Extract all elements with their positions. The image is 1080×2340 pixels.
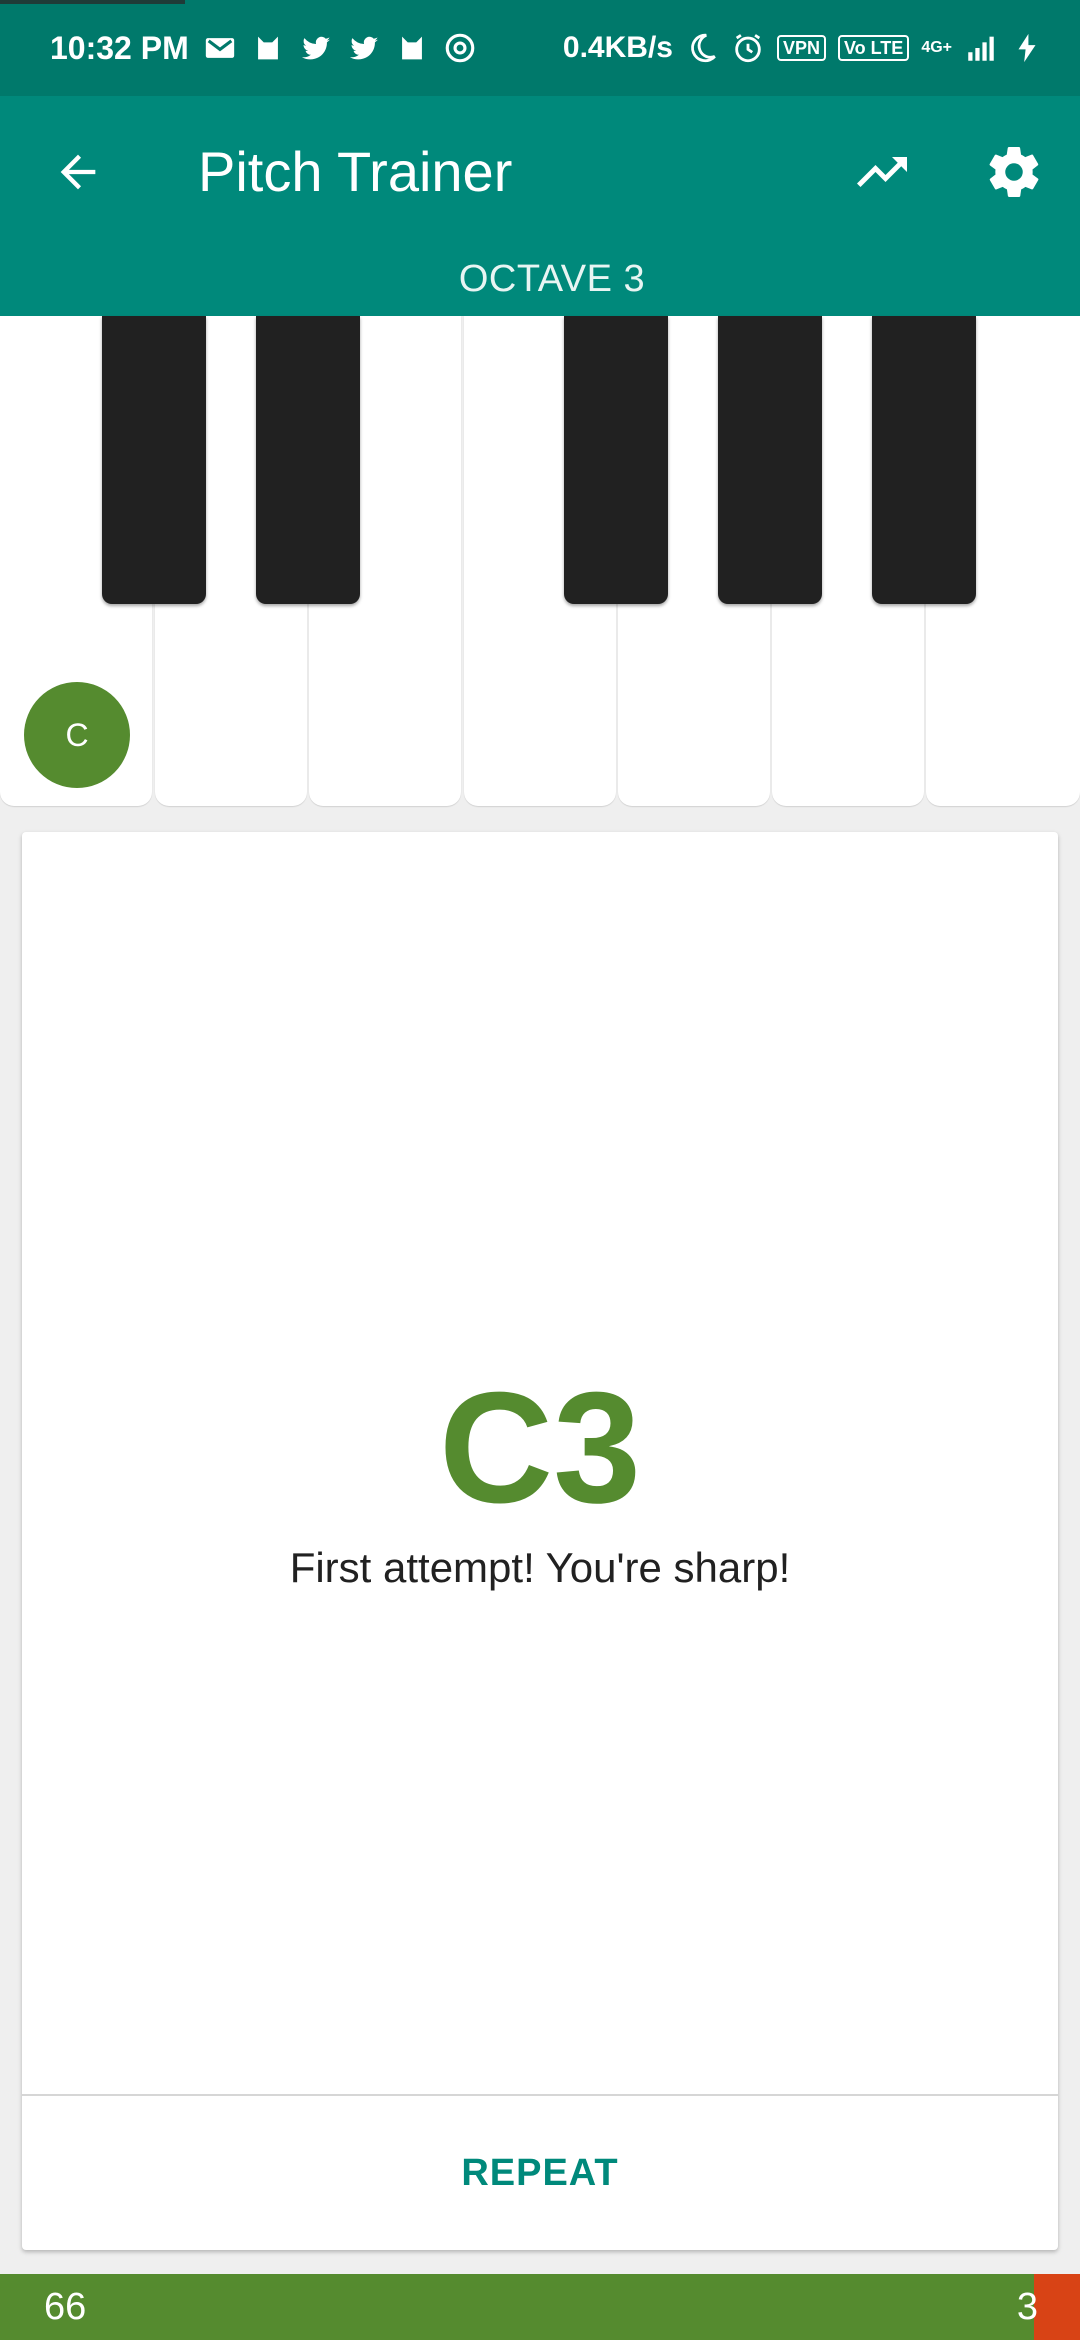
back-arrow-icon [60, 154, 96, 190]
chrome-icon [443, 31, 477, 65]
gmail-icon [203, 31, 237, 65]
app-bar: Pitch Trainer OCTAVE 3 [0, 96, 1080, 316]
back-button[interactable] [38, 132, 118, 212]
status-time: 10:32 PM [50, 29, 189, 66]
status-left: 10:32 PM [50, 0, 477, 96]
black-key-f-sharp[interactable] [564, 316, 668, 604]
volte-icon: Vo LTE [837, 35, 910, 61]
note-highlight: C [24, 682, 130, 788]
signal-icon [964, 31, 998, 65]
settings-button[interactable] [974, 132, 1054, 212]
repeat-button[interactable]: REPEAT [22, 2096, 1058, 2250]
charging-icon [1010, 31, 1044, 65]
status-bar: 10:32 PM 0.4KB/s VPN Vo LTE 4G+ [0, 0, 1080, 96]
black-key-a-sharp[interactable] [872, 316, 976, 604]
moon-icon [685, 31, 719, 65]
twitter-icon [299, 31, 333, 65]
gear-icon [989, 146, 1039, 198]
wrong-ratio-fill [1034, 2274, 1080, 2340]
octave-label: OCTAVE 3 [458, 258, 646, 300]
signal-label: 4G+ [921, 39, 952, 56]
network-speed: 0.4KB/s [562, 31, 673, 64]
twitter-icon [347, 31, 381, 65]
black-key-d-sharp[interactable] [256, 316, 360, 604]
status-right: 0.4KB/s VPN Vo LTE 4G+ [563, 0, 1044, 96]
result-card: C3 First attempt! You're sharp! REPEAT [22, 832, 1058, 2250]
piano-keyboard: C [0, 316, 1080, 810]
alarm-icon [731, 31, 765, 65]
correct-count: 66 [44, 2285, 87, 2328]
vpn-icon: VPN [776, 35, 826, 61]
cat-icon [395, 31, 429, 65]
wrong-count: 3 [1016, 2285, 1038, 2328]
result-note: C3 [439, 1360, 641, 1536]
result-message: First attempt! You're sharp! [289, 1544, 791, 1591]
stats-button[interactable] [842, 132, 922, 212]
score-bar: 66 3 [0, 2274, 1080, 2340]
cat-icon [251, 31, 285, 65]
black-key-c-sharp[interactable] [102, 316, 206, 604]
trending-up-icon [857, 157, 907, 187]
black-key-g-sharp[interactable] [718, 316, 822, 604]
page-title: Pitch Trainer [198, 140, 513, 203]
